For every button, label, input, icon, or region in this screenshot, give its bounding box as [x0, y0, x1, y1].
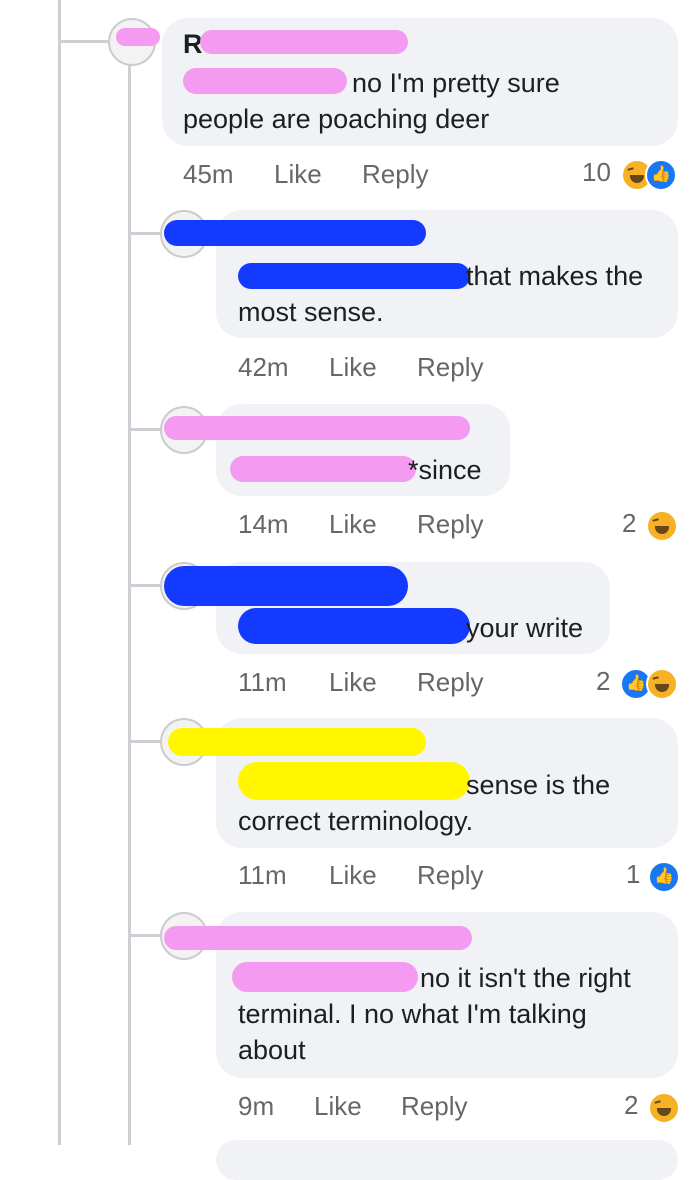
reply-button[interactable]: Reply — [417, 667, 483, 698]
reaction-count: 10 — [582, 157, 611, 187]
thread-connector — [128, 584, 160, 587]
thread-line — [58, 0, 61, 1145]
comment-text: about — [238, 1035, 306, 1065]
thread-connector — [128, 740, 160, 743]
reaction-summary[interactable]: 2 👍 — [596, 666, 682, 700]
comment-thread: R no I'm pretty sure people are poaching… — [0, 0, 700, 1180]
redaction-mark — [200, 30, 408, 54]
haha-icon — [646, 668, 678, 700]
redaction-mark — [232, 962, 418, 992]
comment-actions: 42m Like Reply — [238, 352, 678, 384]
comment-text: your write — [466, 613, 584, 643]
comment-text: correct terminology. — [238, 806, 474, 836]
redaction-mark — [183, 68, 347, 94]
redaction-mark — [168, 728, 426, 756]
comment-timestamp[interactable]: 11m — [238, 667, 287, 698]
comment-actions: 11m Like Reply — [238, 860, 678, 892]
reaction-count: 2 — [596, 666, 611, 696]
redaction-mark — [238, 762, 470, 800]
reply-button[interactable]: Reply — [417, 352, 483, 383]
haha-icon — [648, 1092, 680, 1124]
comment-text: sense is the — [466, 770, 611, 800]
like-button[interactable]: Like — [314, 1091, 362, 1122]
comment-text: most sense. — [238, 297, 384, 327]
redaction-mark — [164, 566, 408, 606]
comment-timestamp[interactable]: 9m — [238, 1091, 274, 1122]
redaction-mark — [238, 263, 470, 289]
comment-actions: 14m Like Reply — [238, 509, 678, 541]
reply-button[interactable]: Reply — [417, 860, 483, 891]
haha-icon — [646, 510, 678, 542]
reply-thread-line — [128, 60, 131, 1145]
comment-timestamp[interactable]: 45m — [183, 159, 234, 190]
redaction-mark — [164, 926, 472, 950]
comment-actions: 9m Like Reply — [238, 1091, 678, 1123]
like-icon: 👍 — [648, 861, 680, 893]
reaction-count: 2 — [624, 1090, 639, 1120]
comment-text: that makes the — [466, 261, 644, 291]
reply-button[interactable]: Reply — [417, 509, 483, 540]
like-button[interactable]: Like — [329, 352, 377, 383]
like-button[interactable]: Like — [329, 860, 377, 891]
reaction-summary[interactable]: 1 👍 — [626, 859, 682, 893]
like-button[interactable]: Like — [274, 159, 322, 190]
redaction-mark — [238, 608, 470, 644]
redaction-mark — [164, 220, 426, 246]
comment-text: terminal. I no what I'm talking — [238, 999, 587, 1029]
redaction-mark — [230, 456, 416, 482]
like-button[interactable]: Like — [329, 509, 377, 540]
reply-button[interactable]: Reply — [362, 159, 428, 190]
like-icon: 👍 — [645, 159, 677, 191]
comment-text: people are poaching deer — [183, 104, 490, 134]
thread-connector — [58, 40, 108, 43]
comment-timestamp[interactable]: 42m — [238, 352, 289, 383]
thread-connector — [128, 428, 160, 431]
redaction-mark — [164, 416, 470, 440]
reply-button[interactable]: Reply — [401, 1091, 467, 1122]
reaction-summary[interactable]: 2 — [622, 508, 682, 542]
comment-timestamp[interactable]: 11m — [238, 860, 287, 891]
thread-connector — [128, 934, 160, 937]
reaction-count: 2 — [622, 508, 637, 538]
comment-text: *since — [408, 455, 482, 485]
comment-text: no I'm pretty sure — [352, 68, 560, 98]
reaction-count: 1 — [626, 859, 641, 889]
comment-timestamp[interactable]: 14m — [238, 509, 289, 540]
reaction-summary[interactable]: 2 — [624, 1090, 682, 1124]
reaction-summary[interactable]: 10 👍 — [582, 157, 682, 191]
redaction-mark — [116, 28, 160, 46]
thread-connector — [128, 232, 160, 235]
comment-text: no it isn't the right — [420, 963, 631, 993]
like-button[interactable]: Like — [329, 667, 377, 698]
comment-bubble — [216, 1140, 678, 1180]
